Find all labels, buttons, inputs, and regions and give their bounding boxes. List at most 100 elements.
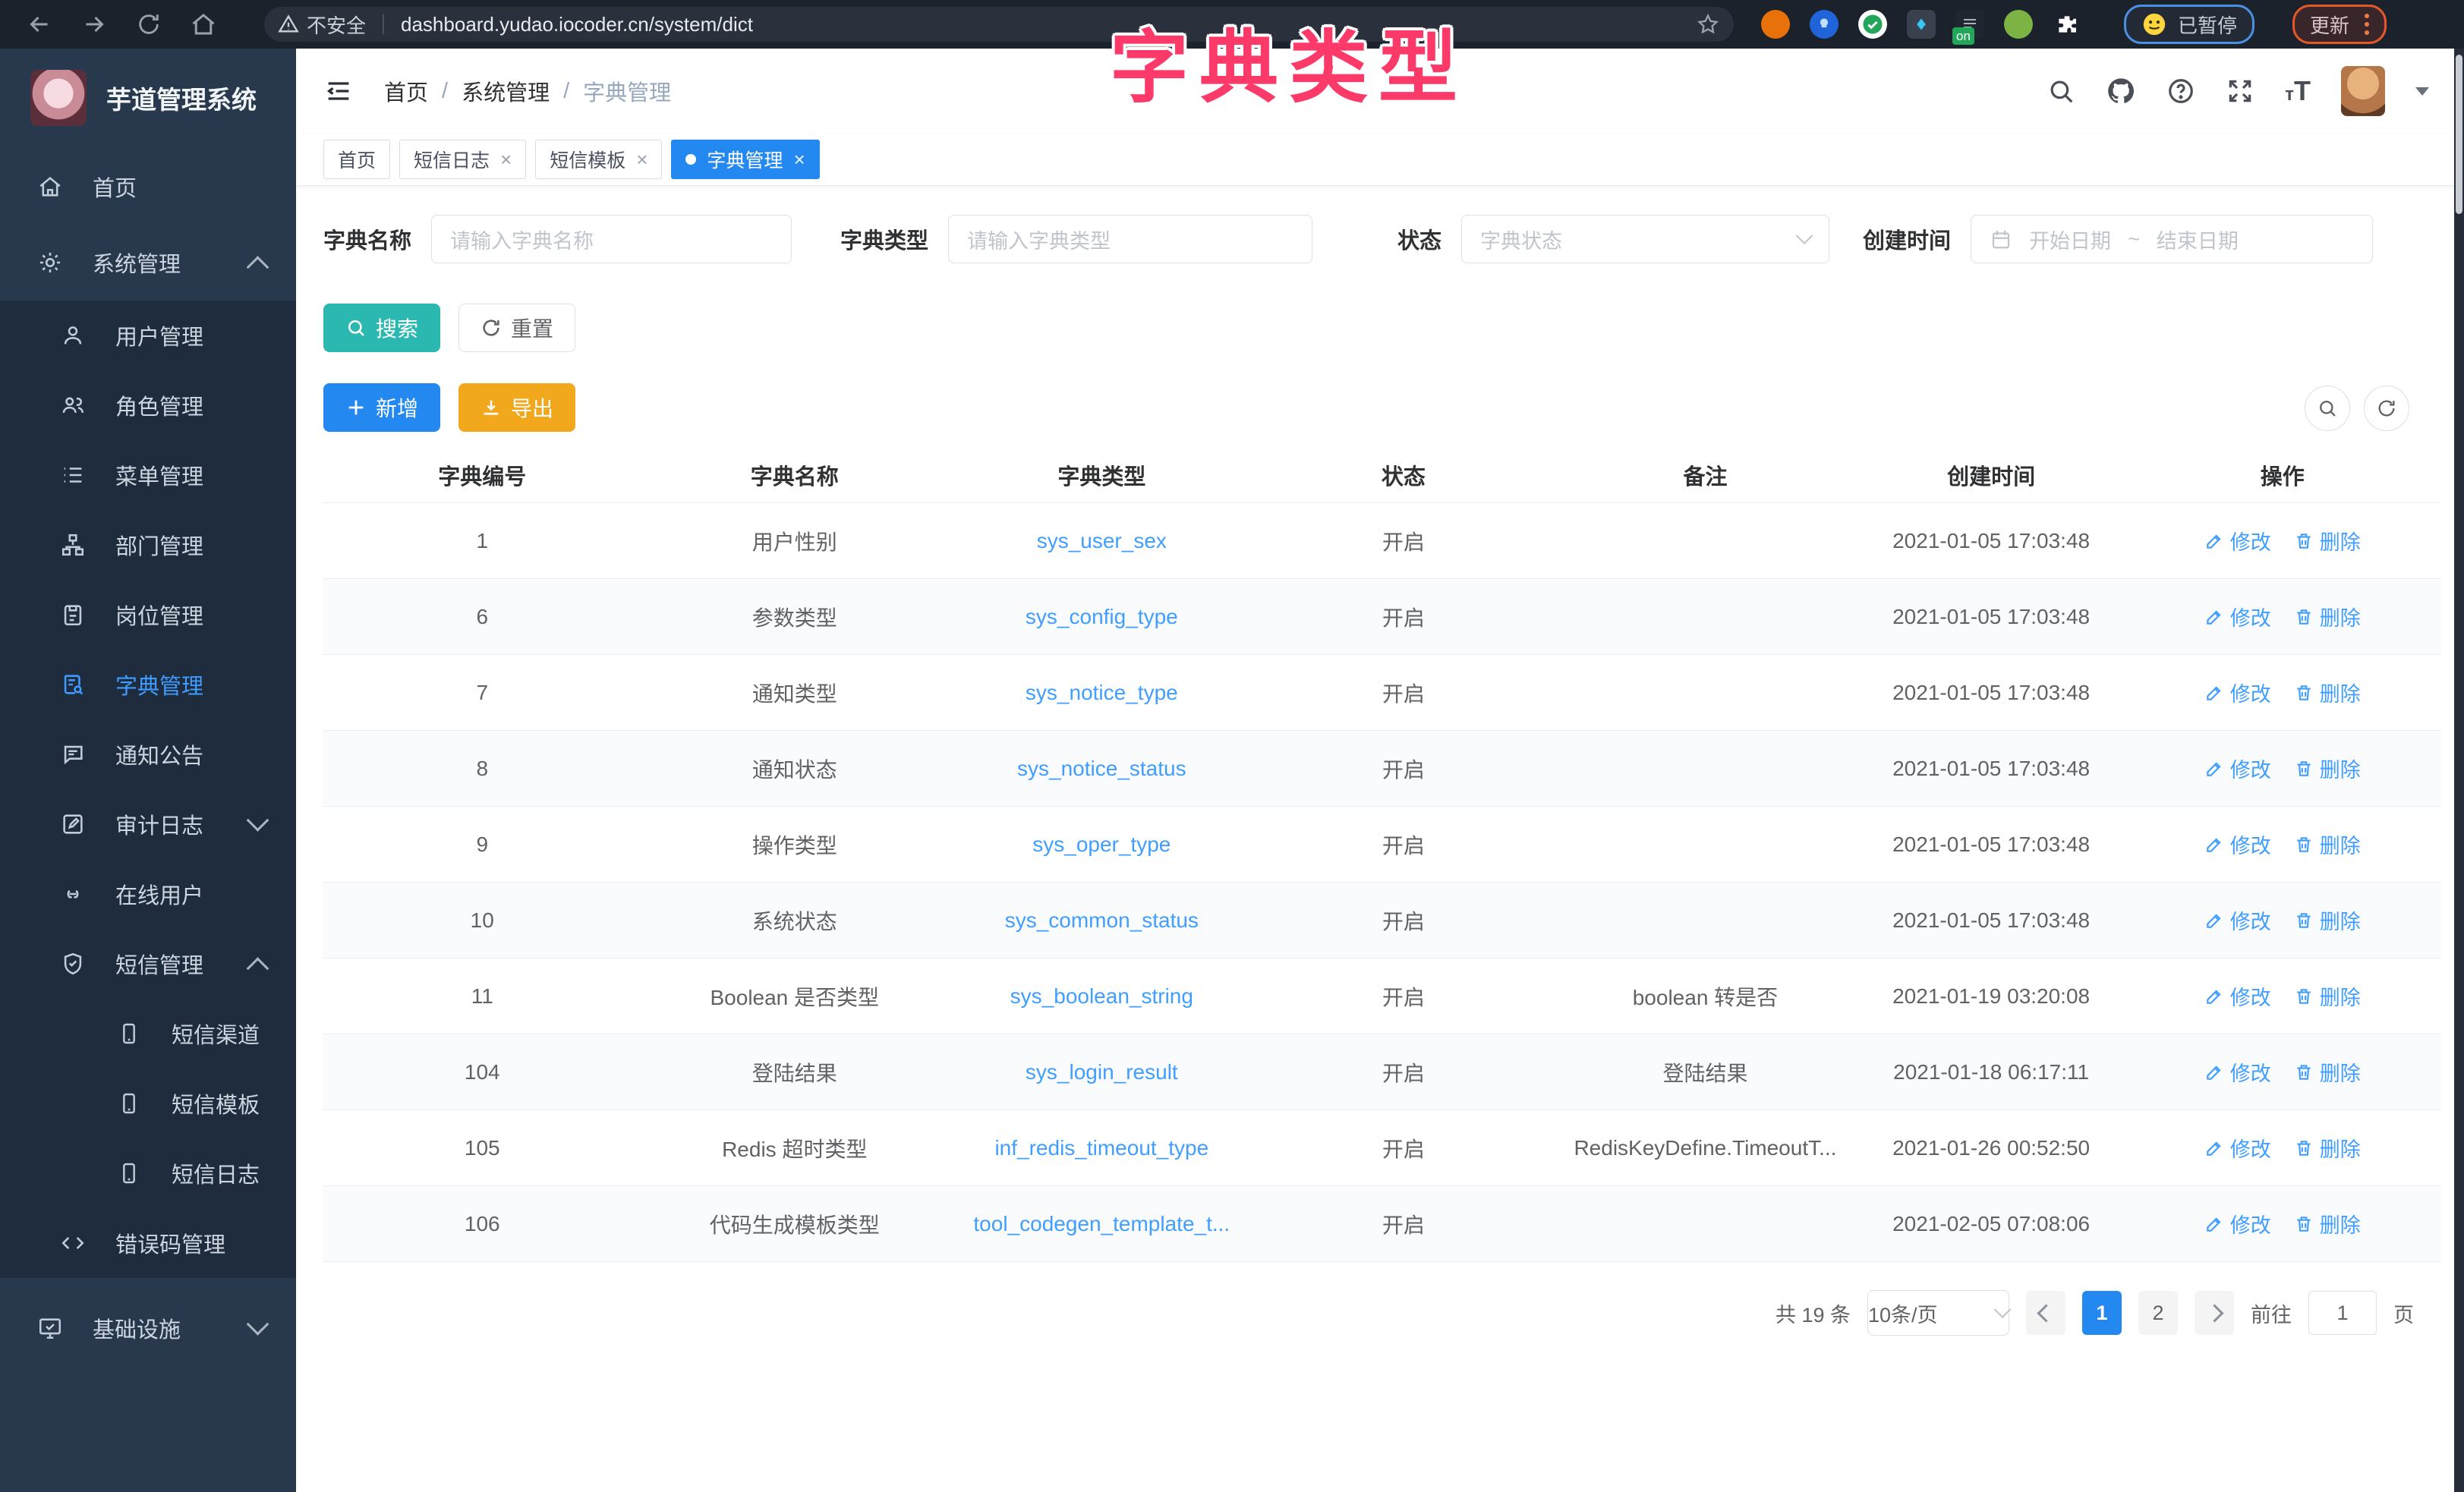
browser-forward-icon[interactable] bbox=[79, 9, 109, 39]
edit-link[interactable]: 修改 bbox=[2204, 678, 2271, 707]
browser-home-icon[interactable] bbox=[188, 9, 219, 39]
github-icon[interactable] bbox=[2106, 76, 2136, 106]
sidebar-item-menus[interactable]: 菜单管理 bbox=[0, 440, 296, 510]
sidebar-item-home[interactable]: 首页 bbox=[0, 149, 296, 225]
export-button[interactable]: 导出 bbox=[458, 383, 575, 432]
sidebar-item-roles[interactable]: 角色管理 bbox=[0, 370, 296, 440]
edit-link[interactable]: 修改 bbox=[2204, 754, 2271, 783]
close-icon[interactable]: × bbox=[793, 148, 805, 172]
add-button[interactable]: 新增 bbox=[323, 383, 440, 432]
user-avatar[interactable] bbox=[2341, 66, 2385, 116]
search-icon[interactable] bbox=[2047, 77, 2075, 105]
edit-link[interactable]: 修改 bbox=[2204, 1209, 2271, 1239]
page-1-button[interactable]: 1 bbox=[2082, 1291, 2122, 1335]
delete-link[interactable]: 删除 bbox=[2294, 829, 2361, 859]
tab-sms-log[interactable]: 短信日志 × bbox=[399, 140, 526, 179]
extension-orange-icon[interactable] bbox=[1761, 10, 1790, 39]
goto-page-input[interactable]: 1 bbox=[2308, 1291, 2377, 1335]
sidebar-fold-icon[interactable] bbox=[323, 76, 354, 106]
sidebar-item-infrastructure[interactable]: 基础设施 bbox=[0, 1290, 296, 1366]
profile-paused-pill[interactable]: 已暂停 bbox=[2124, 5, 2254, 44]
next-page-button[interactable] bbox=[2195, 1291, 2234, 1335]
edit-link[interactable]: 修改 bbox=[2204, 981, 2271, 1011]
delete-link[interactable]: 删除 bbox=[2294, 526, 2361, 556]
tab-home[interactable]: 首页 bbox=[323, 140, 390, 179]
extension-green-icon[interactable] bbox=[2004, 10, 2033, 39]
extensions-puzzle-icon[interactable] bbox=[2053, 10, 2081, 39]
show-search-button[interactable] bbox=[2305, 386, 2350, 431]
dict-type-link[interactable]: sys_notice_type bbox=[1026, 681, 1178, 704]
delete-link[interactable]: 删除 bbox=[2294, 981, 2361, 1011]
delete-link[interactable]: 删除 bbox=[2294, 1057, 2361, 1087]
close-icon[interactable]: × bbox=[500, 148, 512, 172]
app-logo[interactable]: 芋道管理系统 bbox=[0, 49, 296, 149]
delete-link[interactable]: 删除 bbox=[2294, 905, 2361, 935]
edit-link[interactable]: 修改 bbox=[2204, 1057, 2271, 1087]
sidebar-item-announcements[interactable]: 通知公告 bbox=[0, 719, 296, 789]
browser-back-icon[interactable] bbox=[24, 9, 55, 39]
dict-type-link[interactable]: inf_redis_timeout_type bbox=[994, 1136, 1208, 1160]
status-select[interactable]: 字典状态 bbox=[1461, 215, 1829, 263]
edit-link[interactable]: 修改 bbox=[2204, 829, 2271, 859]
sidebar-item-error-codes[interactable]: 错误码管理 bbox=[0, 1208, 296, 1278]
dict-type-link[interactable]: sys_boolean_string bbox=[1010, 984, 1193, 1008]
sidebar-item-dictionary[interactable]: 字典管理 bbox=[0, 650, 296, 719]
tab-sms-template[interactable]: 短信模板 × bbox=[535, 140, 662, 179]
search-button[interactable]: 搜索 bbox=[323, 304, 440, 352]
update-browser-pill[interactable]: 更新 bbox=[2292, 5, 2387, 44]
extension-lamp-icon[interactable] bbox=[1810, 10, 1839, 39]
sidebar-item-sms-template[interactable]: 短信模板 bbox=[0, 1069, 296, 1138]
prev-page-button[interactable] bbox=[2026, 1291, 2065, 1335]
sidebar-item-system[interactable]: 系统管理 bbox=[0, 225, 296, 301]
sidebar-item-sms[interactable]: 短信管理 bbox=[0, 929, 296, 999]
browser-reload-icon[interactable] bbox=[134, 9, 164, 39]
delete-link[interactable]: 删除 bbox=[2294, 1209, 2361, 1239]
dict-type-link[interactable]: sys_user_sex bbox=[1037, 529, 1167, 552]
sidebar-item-sms-channel[interactable]: 短信渠道 bbox=[0, 999, 296, 1069]
tab-dictionary[interactable]: 字典管理 × bbox=[671, 140, 819, 179]
edit-link[interactable]: 修改 bbox=[2204, 1133, 2271, 1163]
dict-type-link[interactable]: sys_oper_type bbox=[1032, 833, 1171, 856]
dict-type-link[interactable]: tool_codegen_template_t... bbox=[973, 1212, 1230, 1235]
help-icon[interactable] bbox=[2166, 77, 2195, 105]
sidebar-item-sms-log[interactable]: 短信日志 bbox=[0, 1138, 296, 1208]
extension-green-check-icon[interactable] bbox=[1858, 10, 1887, 39]
browser-menu-icon[interactable] bbox=[2365, 14, 2369, 35]
delete-link[interactable]: 删除 bbox=[2294, 678, 2361, 707]
delete-link[interactable]: 删除 bbox=[2294, 602, 2361, 631]
breadcrumb-parent[interactable]: 系统管理 bbox=[462, 75, 550, 107]
extension-diamond-icon[interactable] bbox=[1907, 10, 1936, 39]
dict-type-input[interactable]: 请输入字典类型 bbox=[948, 215, 1312, 263]
url-text[interactable]: dashboard.yudao.iocoder.cn/system/dict bbox=[401, 13, 753, 36]
window-scrollbar[interactable] bbox=[2454, 49, 2464, 1492]
refresh-table-button[interactable] bbox=[2364, 386, 2409, 431]
dict-type-link[interactable]: sys_login_result bbox=[1026, 1060, 1178, 1084]
delete-link[interactable]: 删除 bbox=[2294, 754, 2361, 783]
font-size-icon[interactable]: тT bbox=[2285, 75, 2311, 107]
fullscreen-icon[interactable] bbox=[2226, 77, 2254, 105]
reset-button[interactable]: 重置 bbox=[458, 304, 575, 352]
breadcrumb-home[interactable]: 首页 bbox=[384, 75, 428, 107]
scrollbar-thumb[interactable] bbox=[2456, 55, 2462, 214]
dict-type-link[interactable]: sys_config_type bbox=[1026, 605, 1178, 628]
sidebar-item-audit-log[interactable]: 审计日志 bbox=[0, 789, 296, 859]
page-2-button[interactable]: 2 bbox=[2138, 1291, 2178, 1335]
delete-link[interactable]: 删除 bbox=[2294, 1133, 2361, 1163]
sidebar-item-online-users[interactable]: 在线用户 bbox=[0, 859, 296, 929]
edit-link[interactable]: 修改 bbox=[2204, 905, 2271, 935]
edit-link[interactable]: 修改 bbox=[2204, 526, 2271, 556]
user-menu-caret-icon[interactable] bbox=[2415, 87, 2429, 96]
sidebar-item-users[interactable]: 用户管理 bbox=[0, 301, 296, 370]
url-bar[interactable]: 不安全 dashboard.yudao.iocoder.cn/system/di… bbox=[264, 7, 1734, 42]
edit-link[interactable]: 修改 bbox=[2204, 602, 2271, 631]
dict-type-link[interactable]: sys_common_status bbox=[1005, 908, 1199, 932]
dict-type-link[interactable]: sys_notice_status bbox=[1017, 757, 1186, 780]
page-size-select[interactable]: 10条/页 bbox=[1867, 1290, 2009, 1336]
sidebar-item-departments[interactable]: 部门管理 bbox=[0, 510, 296, 580]
dict-name-input[interactable]: 请输入字典名称 bbox=[431, 215, 792, 263]
sidebar-item-posts[interactable]: 岗位管理 bbox=[0, 580, 296, 650]
not-secure-warning[interactable]: 不安全 bbox=[278, 11, 366, 39]
close-icon[interactable]: × bbox=[636, 148, 648, 172]
extension-on-icon[interactable]: on bbox=[1955, 10, 1984, 39]
bookmark-star-icon[interactable] bbox=[1696, 12, 1720, 36]
